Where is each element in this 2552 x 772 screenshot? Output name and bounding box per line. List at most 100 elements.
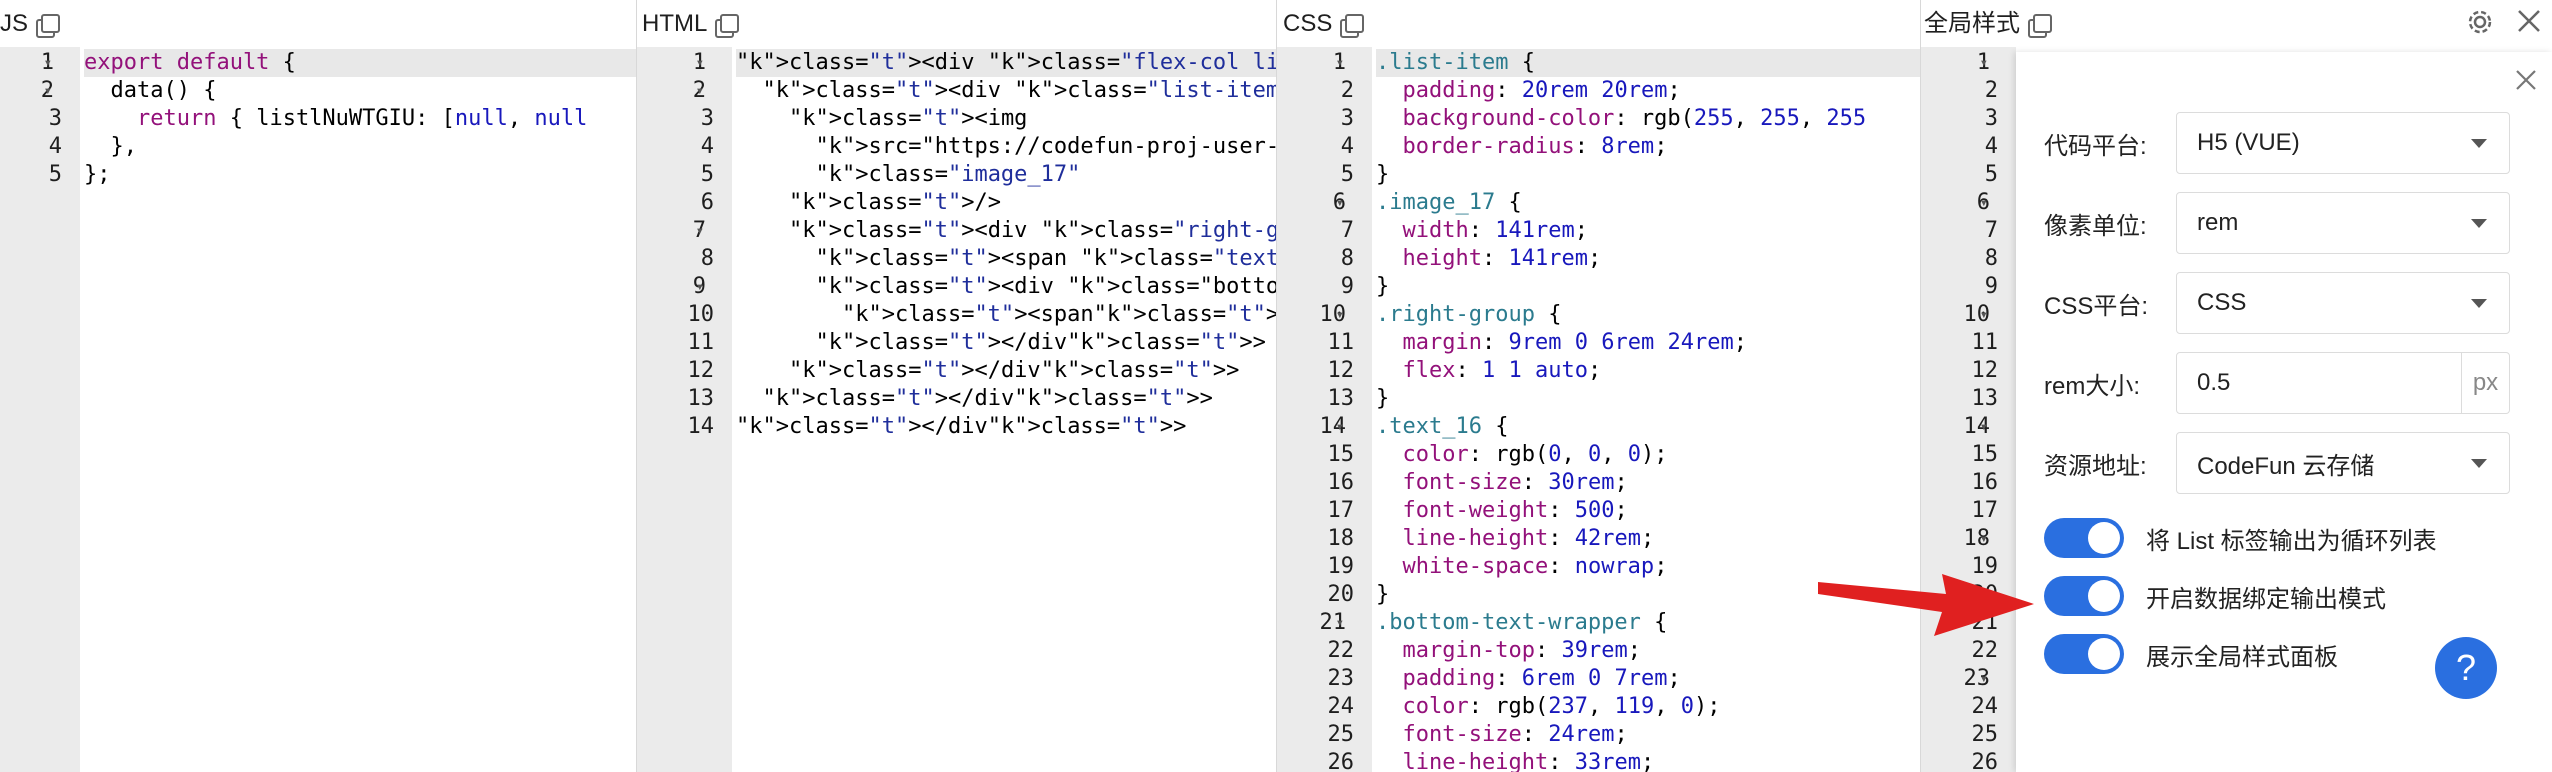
code-line: "k">class="t"></div"k">class="t">> — [736, 414, 1187, 439]
code-line: padding: 6rem 0 7rem; — [1402, 666, 1681, 691]
fold-arrow-icon[interactable]: ▾ — [696, 77, 704, 105]
line-number: 25 — [1327, 722, 1355, 747]
line-number: 3 — [1340, 106, 1354, 131]
line-number: 9 ▾ — [692, 273, 706, 301]
code-line: }; — [84, 162, 111, 187]
close-icon[interactable] — [2514, 68, 2538, 92]
line-number: 3 — [48, 106, 62, 131]
global-panel-header: 全局样式 — [1924, 0, 2052, 47]
fold-arrow-icon[interactable]: ▾ — [1336, 609, 1344, 637]
toggle-label: 将 List 标签输出为循环列表 — [2146, 527, 2437, 555]
line-number: 10 ▾ — [1963, 301, 1991, 329]
unit-value: rem — [2197, 209, 2239, 236]
code-line: "k">class="t">/> — [788, 190, 1001, 215]
data-binding-toggle[interactable] — [2044, 576, 2124, 616]
line-number: 19 — [1327, 554, 1355, 579]
line-number: 16 — [1971, 470, 1999, 495]
rem-size-input[interactable]: 0.5 — [2176, 352, 2462, 414]
code-line: background-color: rgb(255, 255, 255 — [1402, 106, 1867, 131]
line-number: 2 ▾ — [40, 77, 54, 105]
fold-arrow-icon[interactable]: ▾ — [1336, 301, 1344, 329]
unit-row: 像素单位: rem — [2044, 192, 2510, 254]
code-line: "k">src="https://codefun-proj-user- — [815, 134, 1276, 159]
code-line: height: 141rem; — [1402, 246, 1602, 271]
copy-icon[interactable] — [1340, 13, 1365, 38]
fold-arrow-icon[interactable]: ▾ — [1980, 301, 1988, 329]
line-number: 9 — [1984, 274, 1998, 299]
fold-arrow-icon[interactable]: ▾ — [1980, 189, 1988, 217]
css-editor[interactable]: .list-item { padding: 20rem 20rem; backg… — [1372, 47, 1920, 772]
fold-arrow-icon[interactable]: ▾ — [1336, 189, 1344, 217]
fold-arrow-icon[interactable]: ▾ — [1336, 413, 1344, 441]
line-number: 7 — [1984, 218, 1998, 243]
platform-row: 代码平台: H5 (VUE) — [2044, 112, 2510, 174]
line-number: 24 — [1971, 694, 1999, 719]
line-number: 7 ▾ — [692, 217, 706, 245]
line-number: 22 — [1971, 638, 1999, 663]
divider[interactable] — [636, 0, 637, 772]
code-line: "k">class="t"><div "k">class="flex-col l… — [736, 49, 1276, 77]
line-number: 6 ▾ — [1976, 189, 1990, 217]
code-line: margin-top: 39rem; — [1402, 638, 1641, 663]
line-number: 4 — [1340, 134, 1354, 159]
fold-arrow-icon[interactable]: ▾ — [44, 49, 52, 77]
code-line: "k">class="t"><div "k">class="right-grou… — [788, 218, 1276, 243]
code-line: } — [1376, 386, 1390, 411]
code-line: .list-item { — [1376, 49, 1920, 77]
copy-icon[interactable] — [36, 13, 61, 38]
resource-select[interactable]: CodeFun 云存储 — [2176, 432, 2510, 494]
html-editor[interactable]: "k">class="t"><div "k">class="flex-col l… — [732, 47, 1276, 772]
code-line: "k">class="t"><img — [788, 106, 1028, 131]
fold-arrow-icon[interactable]: ▾ — [696, 217, 704, 245]
divider[interactable] — [1276, 0, 1277, 772]
line-number: 14 — [687, 414, 715, 439]
line-number: 8 — [1984, 246, 1998, 271]
line-number: 8 — [1340, 246, 1354, 271]
code-line: line-height: 42rem; — [1402, 526, 1655, 551]
line-number: 1 ▾ — [40, 49, 54, 77]
code-line: flex: 1 1 auto; — [1402, 358, 1602, 383]
css-platform-label: CSS平台: — [2044, 292, 2149, 320]
loop-list-toggle[interactable] — [2044, 518, 2124, 558]
line-number: 12 — [1327, 358, 1355, 383]
fold-arrow-icon[interactable]: ▾ — [1980, 49, 1988, 77]
divider[interactable] — [1920, 0, 1921, 772]
resource-row: 资源地址: CodeFun 云存储 — [2044, 432, 2510, 494]
fold-arrow-icon[interactable]: ▾ — [44, 77, 52, 105]
code-line: "k">class="t"></div"k">class="t">> — [762, 386, 1213, 411]
code-line: data() { — [84, 78, 217, 103]
line-number: 9 — [1340, 274, 1354, 299]
fold-arrow-icon[interactable]: ▾ — [696, 273, 704, 301]
fold-arrow-icon[interactable]: ▾ — [1336, 49, 1344, 77]
fold-arrow-icon[interactable]: ▾ — [1980, 413, 1988, 441]
code-line: .text_16 { — [1376, 414, 1509, 439]
toggle-label: 展示全局样式面板 — [2146, 643, 2338, 671]
platform-select[interactable]: H5 (VUE) — [2176, 112, 2510, 174]
toggle-row: 展示全局样式面板 — [2044, 626, 2338, 682]
css-platform-row: CSS平台: CSS — [2044, 272, 2510, 334]
line-number: 23 — [1327, 666, 1355, 691]
help-icon[interactable]: ? — [2434, 636, 2498, 700]
fold-arrow-icon[interactable]: ▾ — [1980, 525, 1988, 553]
fold-arrow-icon[interactable]: ▾ — [696, 49, 704, 77]
code-line: margin: 9rem 0 6rem 24rem; — [1402, 330, 1747, 355]
global-gutter: 1▾23456▾78910▾11121314▾15161718▾19202122… — [1920, 47, 2016, 772]
fold-arrow-icon[interactable]: ▾ — [1980, 665, 1988, 693]
css-platform-select[interactable]: CSS — [2176, 272, 2510, 334]
js-editor[interactable]: export default { data() { return { listl… — [80, 47, 636, 772]
code-line: font-weight: 500; — [1402, 498, 1628, 523]
copy-icon[interactable] — [715, 13, 740, 38]
code-line: color: rgb(237, 119, 0); — [1402, 694, 1721, 719]
code-line: "k">class="t"></div"k">class="t">> — [815, 330, 1266, 355]
line-number: 3 — [700, 106, 714, 131]
close-icon[interactable] — [2516, 8, 2542, 34]
platform-label: 代码平台: — [2044, 132, 2147, 160]
line-number: 11 — [1971, 330, 1999, 355]
global-style-toggle[interactable] — [2044, 634, 2124, 674]
code-line: padding: 20rem 20rem; — [1402, 78, 1681, 103]
unit-select[interactable]: rem — [2176, 192, 2510, 254]
gear-icon[interactable] — [2464, 6, 2496, 38]
copy-icon[interactable] — [2028, 13, 2052, 38]
line-number: 13 — [687, 386, 715, 411]
line-number: 15 — [1971, 442, 1999, 467]
